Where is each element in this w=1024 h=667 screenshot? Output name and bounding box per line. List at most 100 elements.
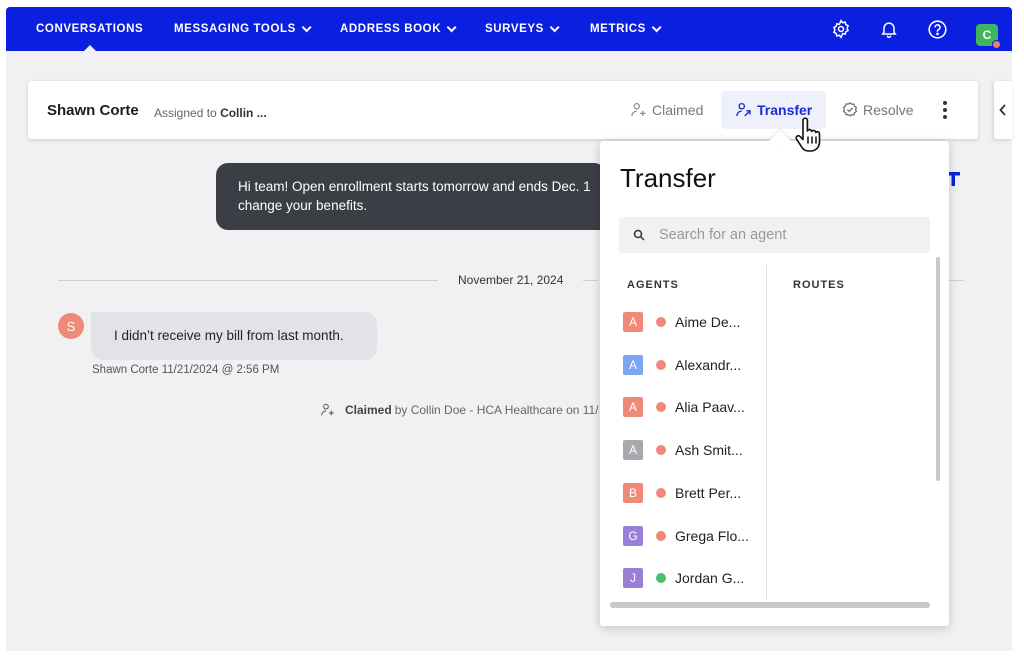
date-divider: November 21, 2024 [438, 273, 584, 287]
agent-status-dot [656, 402, 666, 412]
agent-name: Alexandr... [675, 357, 742, 373]
resolve-button[interactable]: Resolve [841, 91, 914, 129]
incoming-message: I didn’t receive my bill from last month… [91, 312, 377, 360]
nav-messaging-tools[interactable]: MESSAGING TOOLS [174, 7, 312, 51]
agent-initial: G [628, 529, 638, 543]
horizontal-scrollbar[interactable] [610, 602, 930, 608]
agent-item[interactable]: J Jordan G... [623, 568, 744, 588]
popup-title: Transfer [620, 163, 716, 193]
agent-search[interactable] [619, 217, 930, 253]
outgoing-message-line: change your benefits. [238, 198, 368, 213]
expand-panel-button[interactable] [994, 81, 1012, 139]
agent-status-dot [656, 573, 666, 583]
agent-status-dot [656, 488, 666, 498]
agent-item[interactable]: A Alexandr... [623, 355, 741, 375]
agent-initial: B [628, 486, 637, 500]
agent-item[interactable]: G Grega Flo... [623, 526, 749, 546]
message-timestamp: 11/21/2024 @ 2:56 PM [161, 364, 280, 376]
conversation-header: Shawn Corte Assigned to Collin ... Claim… [28, 81, 978, 139]
claimed-event-text: by Collin Doe - HCA Healthcare on 11/ [394, 403, 599, 417]
nav-surveys[interactable]: SURVEYS [485, 7, 560, 51]
agent-avatar: A [623, 440, 643, 460]
routes-header: ROUTES [793, 279, 845, 291]
chevron-down-icon [446, 21, 457, 32]
agent-initial: A [628, 400, 637, 414]
claim-user-icon [321, 403, 334, 416]
contact-name: Shawn Corte [47, 102, 139, 119]
agent-avatar: G [623, 526, 643, 546]
nav-address-book[interactable]: ADDRESS BOOK [340, 7, 457, 51]
agent-item[interactable]: B Brett Per... [623, 483, 741, 503]
agent-item[interactable]: A Alia Paav... [623, 397, 745, 417]
chevron-down-icon [549, 21, 560, 32]
agents-header: AGENTS [627, 279, 679, 291]
message-sender: Shawn Corte [92, 364, 159, 376]
nav-metrics-label: METRICS [590, 23, 646, 35]
claim-user-icon [631, 103, 646, 117]
chevron-left-icon [999, 104, 1006, 116]
outgoing-message-line: Hi team! Open enrollment starts tomorrow… [238, 179, 591, 194]
message-meta: Shawn Corte 11/21/2024 @ 2:56 PM [92, 364, 279, 376]
contact-avatar: S [58, 313, 84, 339]
claimed-event-label: Claimed [345, 403, 392, 417]
agent-item[interactable]: A Ash Smit... [623, 440, 743, 460]
nav-messaging-tools-label: MESSAGING TOOLS [174, 23, 296, 35]
nav-conversations[interactable]: CONVERSATIONS [36, 7, 144, 52]
contact-avatar-initial: S [66, 318, 76, 334]
agent-initial: J [630, 571, 636, 585]
transfer-label: Transfer [757, 102, 813, 118]
agent-status-dot [656, 360, 666, 370]
user-avatar-initial: C [982, 28, 992, 42]
top-nav-bar: CONVERSATIONS MESSAGING TOOLS ADDRESS BO… [6, 7, 1012, 52]
agent-item[interactable]: A Aime De... [623, 312, 740, 332]
agent-name: Grega Flo... [675, 528, 749, 544]
more-options-icon[interactable] [943, 101, 949, 119]
nav-conversations-label: CONVERSATIONS [36, 23, 144, 35]
claimed-label: Claimed [652, 102, 704, 118]
agent-name: Jordan G... [675, 570, 745, 586]
claimed-event-note: Claimed by Collin Doe - HCA Healthcare o… [320, 402, 602, 418]
agent-search-input[interactable] [659, 227, 909, 243]
nav-surveys-label: SURVEYS [485, 23, 544, 35]
status-dot [992, 40, 1001, 49]
transfer-popup: Transfer AGENTS ROUTES A Aime De... A Al… [600, 129, 949, 626]
chevron-down-icon [651, 21, 662, 32]
assigned-info: Assigned to Collin ... [154, 106, 267, 120]
gear-icon[interactable] [829, 17, 853, 41]
column-divider [766, 265, 767, 601]
agent-name: Ash Smit... [675, 442, 743, 458]
search-icon [633, 229, 645, 241]
outgoing-message: Hi team! Open enrollment starts tomorrow… [216, 163, 606, 230]
resolve-label: Resolve [863, 102, 914, 118]
assigned-prefix: Assigned to [154, 106, 217, 120]
agent-initial: A [628, 443, 637, 457]
agent-initial: A [628, 315, 637, 329]
nav-metrics[interactable]: METRICS [590, 7, 662, 51]
check-badge-icon [842, 102, 858, 117]
agent-name: Aime De... [675, 314, 741, 330]
agent-status-dot [656, 317, 666, 327]
date-divider-line [948, 280, 964, 281]
vertical-scrollbar[interactable] [936, 257, 940, 481]
incoming-message-text: I didn’t receive my bill from last month… [114, 328, 344, 343]
agent-status-dot [656, 531, 666, 541]
user-avatar[interactable]: C [976, 24, 1001, 49]
agent-avatar: A [623, 355, 643, 375]
bell-icon[interactable] [877, 17, 901, 41]
agent-name: Brett Per... [675, 485, 742, 501]
hand-cursor-icon [795, 117, 821, 152]
agent-status-dot [656, 445, 666, 455]
agent-name: Alia Paav... [675, 399, 745, 415]
nav-address-book-label: ADDRESS BOOK [340, 23, 442, 35]
agent-initial: A [628, 358, 637, 372]
agent-avatar: B [623, 483, 643, 503]
brand-mark-icon [948, 172, 960, 186]
help-icon[interactable] [925, 17, 949, 41]
chevron-down-icon [301, 21, 312, 32]
transfer-user-icon [736, 102, 751, 117]
assigned-agent: Collin ... [220, 106, 267, 120]
claimed-button[interactable]: Claimed [630, 91, 703, 129]
agent-avatar: A [623, 397, 643, 417]
agent-avatar: J [623, 568, 643, 588]
agent-avatar: A [623, 312, 643, 332]
